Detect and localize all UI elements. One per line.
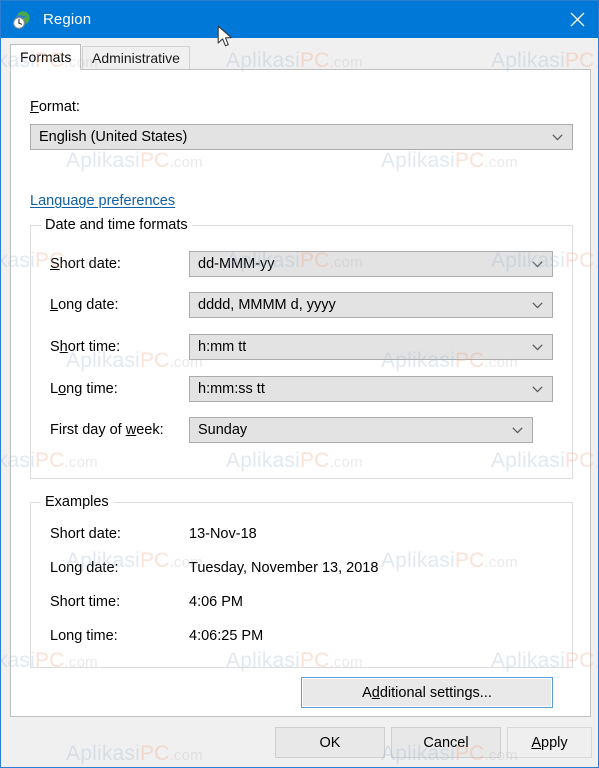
tab-administrative-label: Administrative — [92, 50, 180, 66]
format-combobox[interactable]: English (United States) — [30, 124, 573, 150]
example-long-date-label: Long date: — [50, 560, 119, 576]
short-time-combobox[interactable]: h:mm tt — [189, 334, 553, 360]
formats-tab-panel: Format: English (United States) Language… — [10, 69, 591, 717]
ok-label: OK — [319, 734, 341, 751]
tab-formats[interactable]: Formats — [10, 44, 82, 70]
ok-button[interactable]: OK — [275, 727, 385, 758]
short-date-label: Short date: — [50, 256, 121, 272]
cancel-label: Cancel — [423, 734, 469, 751]
chevron-down-icon — [532, 261, 543, 268]
close-button[interactable] — [554, 1, 598, 38]
window-title: Region — [43, 11, 92, 28]
apply-label: Apply — [531, 734, 568, 751]
example-short-time-value: 4:06 PM — [189, 594, 243, 610]
example-long-date-value: Tuesday, November 13, 2018 — [189, 560, 379, 576]
example-long-time-label: Long time: — [50, 628, 118, 644]
long-date-combobox[interactable]: dddd, MMMM d, yyyy — [189, 292, 553, 318]
format-combobox-value: English (United States) — [39, 129, 188, 145]
chevron-down-icon — [552, 134, 563, 141]
additional-settings-button[interactable]: Additional settings... — [301, 677, 553, 708]
region-globe-clock-icon — [12, 10, 32, 30]
additional-settings-label: Additional settings... — [362, 684, 492, 701]
long-time-label: Long time: — [50, 381, 118, 397]
long-date-label: Long date: — [50, 297, 119, 313]
format-label-rest: ormat: — [38, 99, 80, 115]
tab-administrative[interactable]: Administrative — [82, 46, 190, 70]
tab-strip: Formats Administrative — [10, 44, 591, 70]
tab-formats-label: Formats — [20, 49, 72, 65]
example-long-time-value: 4:06:25 PM — [189, 628, 264, 644]
example-short-date-label: Short date: — [50, 526, 121, 542]
dialog-button-bar: OK Cancel Apply — [1, 718, 598, 767]
example-short-date-value: 13-Nov-18 — [189, 526, 257, 542]
chevron-down-icon — [532, 386, 543, 393]
long-time-value: h:mm:ss tt — [198, 381, 265, 397]
apply-button[interactable]: Apply — [507, 727, 592, 758]
chevron-down-icon — [512, 427, 523, 434]
examples-title: Examples — [41, 494, 113, 510]
short-time-label: Short time: — [50, 339, 121, 355]
examples-group: Examples Short date: 13-Nov-18 Long date… — [30, 494, 573, 668]
first-day-of-week-label: First day of week: — [50, 422, 164, 438]
short-date-value: dd-MMM-yy — [198, 256, 275, 272]
date-and-time-formats-title: Date and time formats — [41, 217, 192, 233]
long-date-value: dddd, MMMM d, yyyy — [198, 297, 336, 313]
long-time-combobox[interactable]: h:mm:ss tt — [189, 376, 553, 402]
date-and-time-formats-group: Date and time formats Short date: dd-MMM… — [30, 217, 573, 479]
language-preferences-link[interactable]: Language preferences — [30, 193, 175, 209]
first-day-of-week-value: Sunday — [198, 422, 248, 438]
chevron-down-icon — [532, 344, 543, 351]
region-dialog-window: Region Formats Administrative Format: En… — [0, 0, 599, 768]
short-time-value: h:mm tt — [198, 339, 247, 355]
cancel-button[interactable]: Cancel — [391, 727, 501, 758]
title-bar: Region — [1, 1, 598, 38]
short-date-combobox[interactable]: dd-MMM-yy — [189, 251, 553, 277]
close-icon — [570, 12, 584, 27]
format-label: Format: — [30, 99, 80, 115]
first-day-of-week-combobox[interactable]: Sunday — [189, 417, 533, 443]
example-short-time-label: Short time: — [50, 594, 121, 610]
chevron-down-icon — [532, 302, 543, 309]
